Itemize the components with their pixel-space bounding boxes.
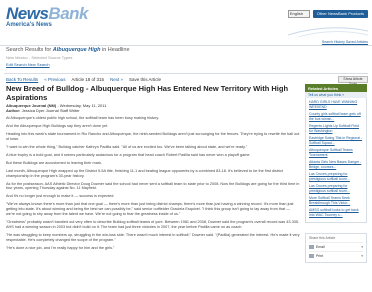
language-select[interactable]: English xyxy=(287,10,310,18)
article-author: Jessica Dyer Journal Staff Writer xyxy=(21,108,80,113)
search-title: Search Results for Albuquerque High in H… xyxy=(6,47,296,53)
article-paragraph: "Greatness" probably wasn't bandied out … xyxy=(6,220,300,229)
related-articles-sidebar: Related Articles Tell us what you think … xyxy=(305,84,367,263)
back-to-results-link[interactable]: Back To Results xyxy=(6,77,38,82)
logo-accent: Bank xyxy=(48,4,88,23)
related-article-link[interactable]: Eastridge Swing Tilts in Regional - Soft… xyxy=(309,136,363,145)
other-products-button[interactable]: Other NewsBank Products xyxy=(312,10,368,18)
related-articles-heading: Related Articles xyxy=(305,84,367,92)
related-article-link[interactable]: Las Cruces preparing for prestigious sof… xyxy=(309,184,363,193)
banner-graphic-icon xyxy=(288,27,368,37)
share-panel: Share this Article Email ▾ Print ▾ xyxy=(305,233,367,263)
related-articles-list: HARD GIRLS HAVE WINNING WEEKEND County g… xyxy=(305,98,367,223)
email-icon xyxy=(309,245,314,249)
article-body: At Albuquerque's oldest public high scho… xyxy=(6,116,300,250)
chevron-down-icon[interactable]: ▾ xyxy=(361,254,363,258)
article-paragraph: A blue trophy is a bold goal, and it see… xyxy=(6,152,251,157)
related-article-link[interactable]: AMSG softball looks to get back into WAC… xyxy=(309,208,363,217)
related-article-link[interactable]: HARD GIRLS HAVE WINNING WEEKEND xyxy=(309,100,363,109)
email-label: Email xyxy=(316,245,325,249)
save-article-link[interactable]: Save this Article xyxy=(129,77,161,82)
article-title: New Breed of Bulldog - Albuquerque High … xyxy=(6,84,289,102)
article-paragraph: "We've always known there's more than ju… xyxy=(6,202,294,217)
article-paragraph: Last month, Albuquerque High wrapped up … xyxy=(6,168,283,178)
related-article-link[interactable]: County girls softball team gets off the … xyxy=(309,112,363,121)
article: New Breed of Bulldog - Albuquerque High … xyxy=(6,84,300,250)
print-share-row[interactable]: Print ▾ xyxy=(309,251,363,260)
article-paragraph: "I want to win the whole thing," Bulldog… xyxy=(6,144,248,149)
account-links[interactable]: Search History Saved Articles xyxy=(322,40,368,44)
header-controls: English Other NewsBank Products xyxy=(287,10,368,18)
chevron-down-icon[interactable]: ▾ xyxy=(361,245,363,249)
newsbank-logo[interactable]: NewsBank America's News xyxy=(6,4,88,28)
article-paragraph: Heading into this week's state tournamen… xyxy=(6,132,300,141)
search-suffix: in Headline xyxy=(101,47,130,53)
article-meta: Albuquerque Journal (NM) - Wednesday, Ma… xyxy=(6,103,107,113)
page-header: NewsBank America's News English Other Ne… xyxy=(0,0,372,46)
article-paragraph: But these Bulldogs are accustomed to lea… xyxy=(6,160,103,165)
author-label: Author: xyxy=(6,108,21,113)
previous-article-link[interactable]: « Previous xyxy=(44,77,65,82)
related-article-link[interactable]: More Softball Teams Seek Breakthrough Th… xyxy=(309,196,363,205)
search-prefix: Search Results for xyxy=(6,47,52,53)
article-paragraph: "He's done a nice job, and I'm really ha… xyxy=(6,245,115,250)
search-scope: New Mexico - Selected Source Types xyxy=(6,55,73,60)
related-article-link[interactable]: Albuquerque Softball Teams Tournament xyxy=(309,148,363,157)
search-summary: Search Results for Albuquerque High in H… xyxy=(6,47,296,67)
print-label: Print xyxy=(316,254,324,258)
next-article-link[interactable]: Next » xyxy=(110,77,123,82)
edit-new-search-links[interactable]: Edit Search New Search xyxy=(6,62,296,67)
article-paragraph: And it's no longer just enough to make i… xyxy=(6,194,115,199)
article-paragraph: As for the postseason, AAS Athletic Dire… xyxy=(6,181,300,191)
article-position: Article 18 of 315 xyxy=(71,77,104,82)
logo-main: News xyxy=(6,4,49,23)
article-navigation: Back To Results « Previous Article 18 of… xyxy=(6,77,161,82)
search-query: Albuquerque High xyxy=(52,47,101,53)
show-article-tools-button[interactable]: Show Article Tools xyxy=(338,76,368,86)
article-paragraph: "He was struggling to keep numbers up, s… xyxy=(6,232,300,242)
related-article-link[interactable]: Las Cruces preparing for prestigious sof… xyxy=(309,172,363,181)
divider xyxy=(4,73,368,74)
article-paragraph: And the Albuquerque High Bulldogs say th… xyxy=(6,124,109,129)
related-article-link[interactable]: Regents Lights Up Softball Field for Was… xyxy=(309,124,363,133)
email-share-row[interactable]: Email ▾ xyxy=(309,242,363,251)
related-article-link[interactable]: Atlanta Girls New Bases Danger - Bridge,… xyxy=(309,160,363,169)
article-paragraph: At Albuquerque's oldest public high scho… xyxy=(6,116,160,121)
print-icon xyxy=(309,254,314,258)
share-heading: Share this Article xyxy=(309,236,336,240)
